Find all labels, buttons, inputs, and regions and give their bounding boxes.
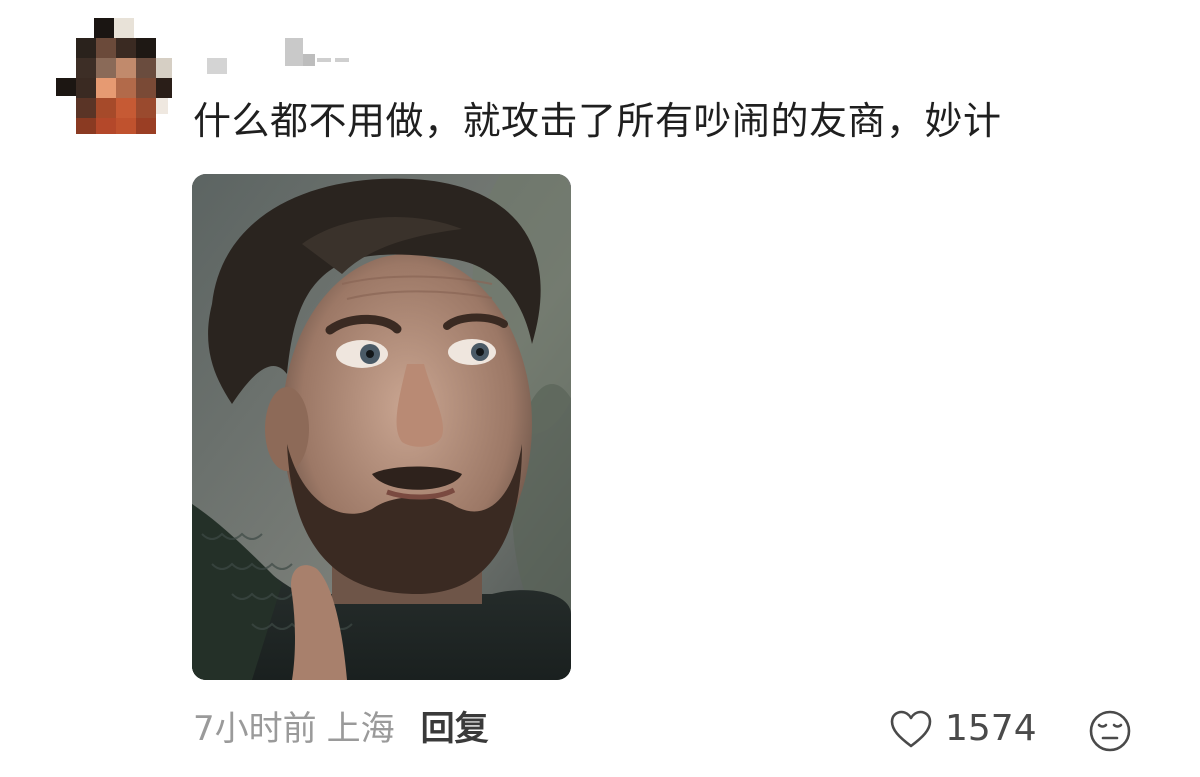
comment-meta: 7小时前 上海 回复 [193, 705, 489, 753]
comment-image[interactable] [192, 174, 571, 680]
heart-outline-icon [890, 710, 932, 748]
reply-button[interactable]: 回复 [421, 709, 489, 749]
like-button[interactable]: 1574 [889, 705, 1037, 753]
like-count: 1574 [945, 708, 1037, 749]
emoji-expressionless-icon [1089, 710, 1131, 752]
comment-text: 什么都不用做，就攻击了所有吵闹的友商，妙计 [193, 99, 1002, 143]
emoji-button[interactable] [1088, 709, 1132, 753]
username[interactable] [207, 36, 357, 76]
comment-time: 7小时前 [193, 709, 317, 749]
comment-item: 什么都不用做，就攻击了所有吵闹的友商，妙计 7小时前 上海 回复 1574 [0, 0, 1200, 777]
meme-photo [192, 174, 571, 680]
comment-location: 上海 [326, 709, 395, 749]
avatar[interactable] [56, 18, 172, 134]
